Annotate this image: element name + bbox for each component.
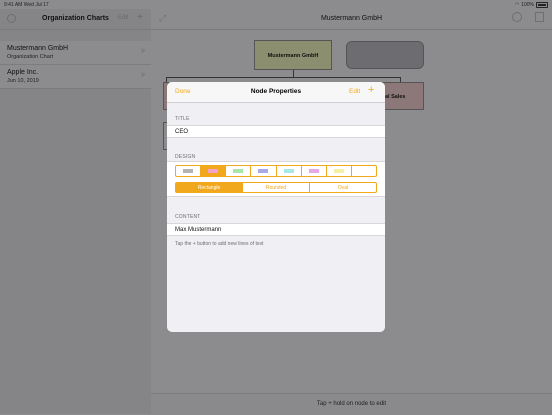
title-section-header: TITLE [175,116,190,122]
hint-text: Tap + hold on node to edit [316,401,387,407]
color-chip [333,169,344,173]
modal-nav-bar: Done Node Properties Edit + [167,82,385,103]
list-item[interactable]: Apple Inc. Jun 10, 2019 > [0,65,151,89]
chart-title: Mustermann GmbH [320,15,383,22]
connector-line [166,77,401,78]
color-chip [358,169,369,173]
shape-picker[interactable]: Rectangle Rounded Oval [175,182,377,193]
node-properties-modal: Done Node Properties Edit + TITLE CEO DE… [167,82,385,332]
color-chip [183,169,194,173]
content-footer-text: Tap the + button to add new lines of tex… [175,241,264,247]
list-item[interactable]: Mustermann GmbH Organization Chart > [0,41,151,65]
sidebar-title: Organization Charts [42,15,109,22]
color-swatch[interactable] [302,166,327,176]
shape-option-rectangle[interactable]: Rectangle [176,183,243,192]
color-swatch[interactable] [277,166,302,176]
content-section-header: CONTENT [175,214,201,220]
bottom-bar: Tap + hold on node to edit [151,393,552,415]
color-swatch[interactable] [226,166,252,176]
color-swatch[interactable] [201,166,227,176]
color-swatch[interactable] [327,166,352,176]
gear-icon[interactable] [512,12,522,22]
wifi-icon: ◠ [514,2,520,8]
connector-line [293,70,294,77]
shape-option-rounded[interactable]: Rounded [243,183,310,192]
color-swatch[interactable] [251,166,277,176]
status-bar: 9:41 AM Wed Jul 17 ◠ 100% [0,0,552,9]
battery-icon [536,2,548,8]
main-nav-bar: ⤢ Mustermann GmbH [151,9,552,30]
share-icon[interactable] [535,12,544,22]
sidebar: Organization Charts Edit + Mustermann Gm… [0,9,152,414]
battery-level: 100% [521,2,534,8]
add-chart-icon[interactable]: + [137,12,143,23]
title-value: CEO [175,129,189,135]
list-item-name: Apple Inc. [7,69,39,76]
chevron-right-icon: > [140,72,145,79]
color-swatch[interactable] [352,166,376,176]
chart-node-grey[interactable] [346,41,424,69]
content-field[interactable]: Max Mustermann [167,223,385,236]
color-chip [258,169,269,173]
content-value: Max Mustermann [175,227,222,233]
title-field[interactable]: CEO [167,125,385,138]
shape-option-oval[interactable]: Oval [310,183,376,192]
color-chip [208,169,219,173]
status-time: 9:41 AM Wed Jul 17 [4,2,49,8]
color-swatch-picker[interactable] [175,165,377,177]
list-item-subtitle: Organization Chart [7,54,54,60]
color-chip [233,169,244,173]
color-chip [283,169,294,173]
status-right: ◠ 100% [515,2,548,8]
edit-button[interactable]: Edit [349,88,360,95]
add-line-icon[interactable]: + [368,84,374,96]
chart-node-root[interactable]: Mustermann GmbH [254,40,332,70]
color-swatch[interactable] [176,166,202,176]
sidebar-edit-button[interactable]: Edit [118,15,128,21]
chevron-right-icon: > [140,48,145,55]
sidebar-nav-bar: Organization Charts Edit + [0,9,151,30]
chart-node-label: al Sales [385,94,406,100]
list-item-name: Mustermann GmbH [7,45,69,52]
list-item-subtitle: Jun 10, 2019 [7,78,39,84]
color-chip [308,169,319,173]
design-section-header: DESIGN [175,154,196,160]
